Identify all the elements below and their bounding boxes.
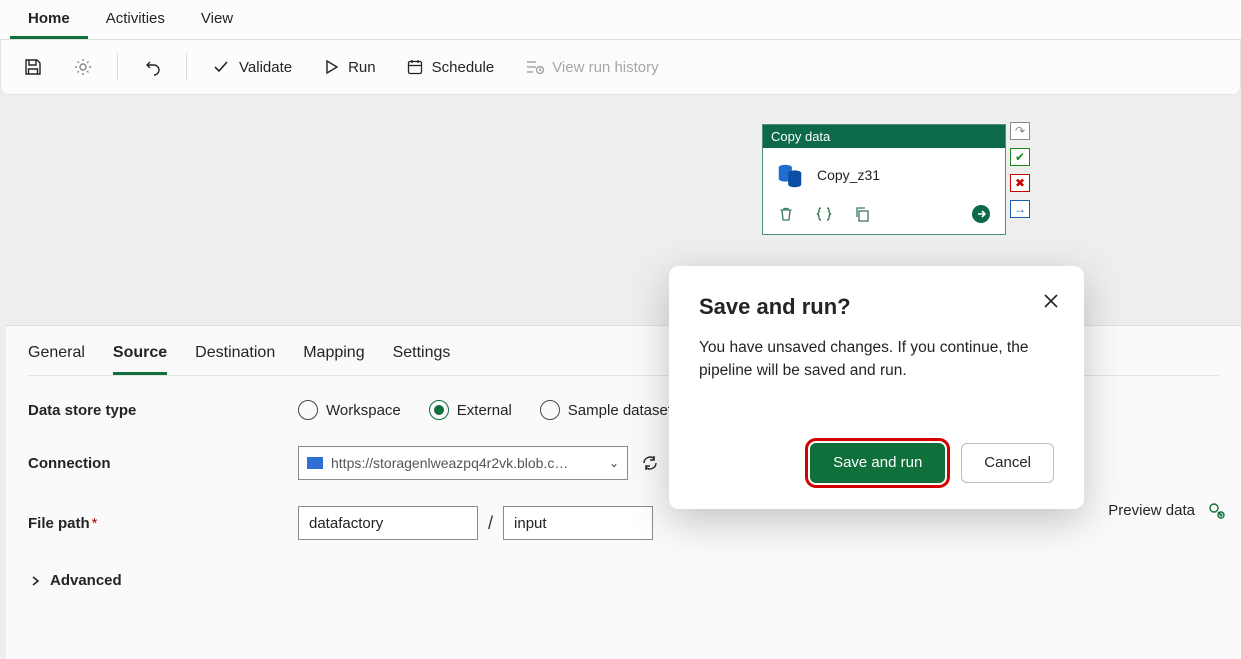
settings-button[interactable]	[63, 51, 103, 83]
toolbar-separator	[117, 53, 118, 81]
activity-state-handles: ↷ ✔ ✖ →	[1010, 122, 1030, 218]
activity-name: Copy_z31	[817, 167, 880, 183]
dialog-title: Save and run?	[699, 294, 1054, 320]
validate-label: Validate	[239, 59, 292, 76]
data-store-type-label: Data store type	[28, 402, 298, 419]
tab-activities[interactable]: Activities	[88, 0, 183, 39]
refresh-icon[interactable]	[640, 453, 660, 473]
check-icon	[211, 57, 231, 77]
activity-title: Copy data	[763, 125, 1005, 148]
connection-value: https://storagenlweazpq4r2vk.blob.c…	[331, 455, 601, 471]
radio-workspace[interactable]: Workspace	[298, 400, 401, 420]
save-button[interactable]	[13, 51, 53, 83]
undo-button[interactable]	[132, 51, 172, 83]
path-slash: /	[488, 513, 493, 534]
schedule-label: Schedule	[432, 59, 495, 76]
calendar-icon	[406, 58, 424, 76]
advanced-toggle[interactable]: Advanced	[28, 566, 1219, 589]
close-icon	[1042, 292, 1060, 310]
validate-button[interactable]: Validate	[201, 51, 302, 83]
tab-destination[interactable]: Destination	[195, 344, 275, 375]
tab-general[interactable]: General	[28, 344, 85, 375]
connection-dropdown[interactable]: https://storagenlweazpq4r2vk.blob.c… ⌄	[298, 446, 628, 480]
run-history-label: View run history	[552, 59, 658, 76]
play-icon	[322, 58, 340, 76]
preview-config-icon[interactable]	[1207, 501, 1225, 519]
copy-data-activity[interactable]: Copy data Copy_z31	[762, 124, 1006, 235]
undo-icon	[142, 57, 162, 77]
run-label: Run	[348, 59, 376, 76]
top-nav: Home Activities View	[0, 0, 1241, 40]
radio-workspace-label: Workspace	[326, 402, 401, 419]
save-and-run-button[interactable]: Save and run	[810, 443, 945, 483]
preview-data-button[interactable]: Preview data	[1108, 501, 1225, 519]
connection-label: Connection	[28, 455, 298, 472]
tab-mapping[interactable]: Mapping	[303, 344, 364, 375]
state-handle-success[interactable]: ✔	[1010, 148, 1030, 166]
state-handle-complete[interactable]: →	[1010, 200, 1030, 218]
gear-icon	[73, 57, 93, 77]
save-and-run-dialog: Save and run? You have unsaved changes. …	[669, 266, 1084, 509]
state-handle-skip[interactable]: ↷	[1010, 122, 1030, 140]
save-icon	[23, 57, 43, 77]
storage-icon	[307, 457, 323, 469]
run-forward-icon[interactable]	[971, 204, 991, 224]
radio-sample-dataset[interactable]: Sample dataset	[540, 400, 672, 420]
schedule-button[interactable]: Schedule	[396, 52, 505, 82]
dialog-body: You have unsaved changes. If you continu…	[699, 336, 1054, 383]
state-handle-failure[interactable]: ✖	[1010, 174, 1030, 192]
tab-view[interactable]: View	[183, 0, 251, 39]
file-path-label: File path*	[28, 515, 298, 532]
view-run-history-button[interactable]: View run history	[514, 52, 668, 82]
run-button[interactable]: Run	[312, 52, 386, 82]
radio-external-label: External	[457, 402, 512, 419]
chevron-right-icon	[28, 574, 42, 588]
radio-sample-label: Sample dataset	[568, 402, 672, 419]
toolbar-separator	[186, 53, 187, 81]
copy-icon[interactable]	[853, 205, 871, 223]
tab-source[interactable]: Source	[113, 344, 167, 375]
tab-settings[interactable]: Settings	[393, 344, 451, 375]
run-history-icon	[524, 58, 544, 76]
file-path-directory-input[interactable]	[503, 506, 653, 540]
tab-home[interactable]: Home	[10, 0, 88, 39]
braces-icon[interactable]	[815, 205, 833, 223]
toolbar: Validate Run Schedule View run history	[0, 40, 1241, 95]
cancel-button[interactable]: Cancel	[961, 443, 1054, 483]
copy-data-icon	[775, 160, 805, 190]
radio-external[interactable]: External	[429, 400, 512, 420]
file-path-container-input[interactable]	[298, 506, 478, 540]
delete-icon[interactable]	[777, 205, 795, 223]
chevron-down-icon: ⌄	[609, 456, 619, 470]
dialog-close-button[interactable]	[1038, 288, 1064, 317]
